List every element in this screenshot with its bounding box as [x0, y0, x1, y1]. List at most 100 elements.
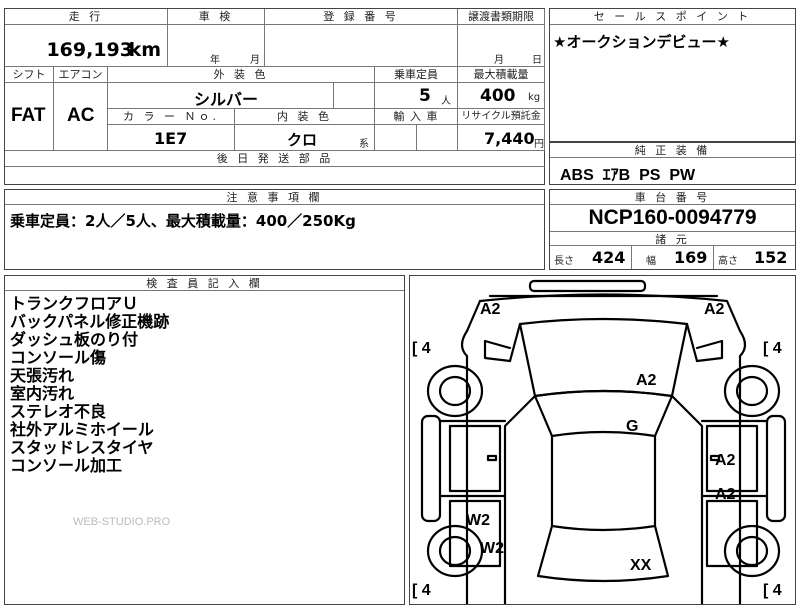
inspection-header: 車 検	[168, 9, 265, 25]
length-cell: 長さ 424	[550, 246, 632, 269]
mileage-value: 169,193	[46, 39, 133, 61]
import-cell-b	[417, 125, 458, 151]
mileage-unit: km	[128, 39, 161, 61]
import-cell-a	[375, 125, 417, 151]
chassis-header: 車 台 番 号	[550, 190, 795, 205]
inspection-cell: 年 月	[168, 25, 265, 67]
recycle-deposit-header: リサイクル預託金	[458, 109, 545, 125]
spec-header: 諸 元	[550, 231, 795, 246]
shift-cell: FAT	[5, 83, 54, 151]
import-header: 輸 入 車	[375, 109, 458, 125]
length-value: 424	[592, 248, 626, 267]
sales-point-header: セ ー ル ス ポ イ ン ト	[550, 9, 795, 25]
tire-front-right: [ 4	[763, 340, 782, 357]
damage-mark-front-right: A2	[704, 301, 725, 318]
max-load-unit: kg	[528, 92, 541, 103]
interior-color-value: クロ	[287, 131, 318, 149]
watermark: WEB-STUDIO.PRO	[73, 516, 171, 528]
damage-mark-right-rear-door: A2	[715, 486, 736, 503]
car-outline-diagram	[420, 279, 787, 604]
inspector-header: 検 査 員 記 入 欄	[5, 276, 404, 291]
interior-color-header: 内 装 色	[235, 109, 375, 125]
inspector-note: バックパネル修正機跡	[10, 312, 170, 331]
interior-color-cell: クロ 系	[235, 125, 375, 151]
transfer-deadline-header: 譲渡書類期限	[458, 9, 545, 25]
exterior-color-code-cell	[334, 83, 375, 109]
inspector-notes-list: トランクフロアＵ バックパネル修正機跡 ダッシュ板のり付 コンソール傷 天張汚れ…	[10, 295, 169, 475]
mileage-cell: 169,193 km	[5, 25, 168, 67]
recycle-deposit-unit: 円	[534, 139, 544, 150]
height-label: 高さ	[718, 256, 738, 267]
inspector-note: 天張汚れ	[10, 366, 75, 385]
tire-rear-right: [ 4	[763, 582, 782, 599]
inspector-note: スタッドレスタイヤ	[10, 438, 154, 457]
damage-mark-left-rear-door: W2	[466, 512, 490, 529]
equipment-text: ABS ｴｱB PS PW	[560, 167, 696, 184]
width-value: 169	[674, 248, 708, 267]
color-no-value: 1E7	[154, 129, 188, 148]
recycle-deposit-value: 7,440	[484, 129, 535, 148]
max-load-cell: 400 kg	[458, 83, 545, 109]
later-parts-cell	[5, 167, 545, 184]
equipment-panel: 純 正 装 備 ABS ｴｱB PS PW	[549, 142, 796, 185]
capacity-value: 5	[419, 86, 431, 106]
inspector-note: ステレオ不良	[10, 402, 107, 421]
damage-mark-front-left: A2	[480, 301, 501, 318]
registration-cell	[265, 25, 458, 67]
aircon-value: AC	[67, 105, 95, 126]
registration-header: 登 録 番 号	[265, 9, 458, 25]
width-label: 幅	[646, 256, 656, 267]
inspection-month: 月	[250, 55, 260, 66]
damage-mark-right-front-door: A2	[715, 452, 736, 469]
inspector-note: 室内汚れ	[10, 384, 75, 403]
max-load-header: 最大積載量	[458, 67, 545, 83]
tire-rear-left: [ 4	[412, 582, 431, 599]
length-label: 長さ	[554, 256, 574, 267]
color-no-header: カ ラ ー Ｎｏ.	[108, 109, 235, 125]
inspector-note: ダッシュ板のり付	[10, 330, 139, 349]
tire-front-left: [ 4	[412, 340, 431, 357]
recycle-deposit-cell: 7,440 円	[458, 125, 545, 151]
max-load-value: 400	[480, 86, 516, 106]
height-value: 152	[754, 248, 788, 267]
capacity-cell: 5 人	[375, 83, 458, 109]
damage-mark-roof: G	[626, 418, 639, 435]
sales-point-text: ★オークションデビュー★	[553, 33, 730, 51]
height-cell: 高さ 152	[714, 246, 795, 269]
transfer-deadline-cell: 月 日	[458, 25, 545, 67]
exterior-color-value: シルバー	[194, 90, 259, 109]
capacity-header: 乗車定員	[375, 67, 458, 83]
transfer-month: 月	[494, 55, 504, 66]
transfer-day: 日	[532, 55, 542, 66]
sales-point-panel: セ ー ル ス ポ イ ン ト ★オークションデビュー★	[549, 8, 796, 142]
aircon-header: エアコン	[54, 67, 108, 83]
aircon-cell: AC	[54, 83, 108, 151]
damage-mark-left-rear-quarter: W2	[480, 540, 504, 557]
later-parts-header: 後 日 発 送 部 品	[5, 151, 545, 167]
vehicle-info-panel: 走 行 車 検 登 録 番 号 譲渡書類期限 169,193 km 年 月 月 …	[4, 8, 545, 185]
shift-value: FAT	[11, 105, 46, 126]
car-diagram-panel: [ 4 [ 4 [ 4 [ 4 A2 A2 A2 G A2 A2 W2 W2 X…	[409, 275, 796, 605]
damage-mark-rear: XX	[630, 557, 652, 574]
inspector-note: 社外アルミホイール	[10, 420, 154, 439]
inspector-panel: 検 査 員 記 入 欄 トランクフロアＵ バックパネル修正機跡 ダッシュ板のり付…	[4, 275, 405, 605]
damage-mark-hood: A2	[636, 372, 657, 389]
chassis-panel: 車 台 番 号 NCP160-0094779 諸 元 長さ 424 幅 169 …	[549, 189, 796, 270]
width-cell: 幅 169	[632, 246, 714, 269]
mileage-header: 走 行	[5, 9, 168, 25]
shift-header: シフト	[5, 67, 54, 83]
capacity-unit: 人	[441, 96, 451, 107]
color-no-cell: 1E7	[108, 125, 235, 151]
inspector-note: コンソール加工	[10, 456, 123, 475]
chassis-number: NCP160-0094779	[588, 206, 757, 229]
inspector-note: トランクフロアＵ	[10, 294, 139, 313]
notes-text: 乗車定員：2人／5人、最大積載量：400／250Kg	[10, 212, 356, 230]
notes-header: 注 意 事 項 欄	[5, 190, 544, 205]
exterior-color-cell: シルバー	[108, 83, 334, 109]
equipment-header: 純 正 装 備	[550, 143, 795, 158]
exterior-color-header: 外 装 色	[108, 67, 375, 83]
inspector-note: コンソール傷	[10, 348, 107, 367]
inspection-year: 年	[210, 55, 220, 66]
interior-color-suffix: 系	[359, 139, 369, 150]
notes-panel: 注 意 事 項 欄 乗車定員：2人／5人、最大積載量：400／250Kg	[4, 189, 545, 270]
